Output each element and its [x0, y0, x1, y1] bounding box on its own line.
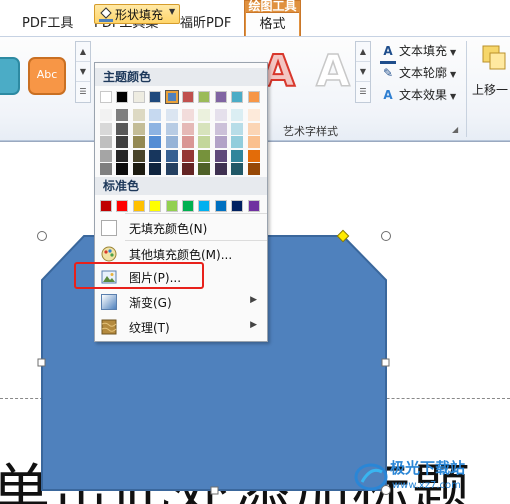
theme-color-swatch[interactable]: [247, 91, 260, 103]
submenu-arrow-icon: ▶: [250, 320, 257, 330]
chevron-down-icon: ▼: [169, 7, 176, 16]
theme-shade-swatch[interactable]: [214, 149, 227, 162]
submenu-arrow-icon: ▶: [250, 295, 257, 305]
theme-colors-header: 主题颜色: [95, 68, 267, 86]
theme-shade-swatch[interactable]: [247, 149, 260, 162]
standard-color-swatch[interactable]: [116, 200, 129, 212]
site-watermark: 极光下载站 www.xz7.com: [354, 454, 510, 500]
menu-item-label: 渐变(G): [129, 296, 172, 310]
theme-shade-swatch[interactable]: [149, 163, 162, 175]
theme-shade-swatch[interactable]: [198, 163, 211, 175]
theme-shade-swatch[interactable]: [132, 136, 145, 148]
standard-colors-header: 标准色: [95, 177, 267, 195]
theme-shade-swatch[interactable]: [231, 109, 244, 121]
shape-fill-label: 形状填充: [115, 8, 164, 22]
menu-item-gradient[interactable]: 渐变(G) ▶: [97, 291, 265, 313]
shape-fill-button[interactable]: 形状填充 ▼: [94, 4, 180, 24]
theme-shade-swatch[interactable]: [247, 136, 260, 148]
theme-shade-swatch[interactable]: [132, 149, 145, 162]
theme-shade-swatch[interactable]: [198, 136, 211, 148]
menu-item-label: 无填充颜色(N): [129, 222, 208, 236]
theme-shade-swatch[interactable]: [182, 163, 194, 175]
theme-shade-swatch[interactable]: [198, 149, 211, 162]
theme-shade-swatch[interactable]: [214, 163, 227, 175]
theme-color-swatch[interactable]: [132, 91, 145, 103]
theme-color-swatch[interactable]: [100, 91, 112, 103]
theme-shade-swatch[interactable]: [116, 163, 129, 175]
theme-shade-swatch[interactable]: [165, 122, 178, 135]
theme-shade-swatch[interactable]: [247, 122, 260, 135]
watermark-url: www.xz7.com: [392, 480, 461, 491]
standard-color-swatch[interactable]: [182, 200, 194, 212]
theme-shade-swatch[interactable]: [182, 109, 194, 121]
watermark-name: 极光下载站: [390, 459, 466, 477]
theme-shade-swatch[interactable]: [182, 149, 194, 162]
theme-shade-swatch[interactable]: [100, 109, 112, 121]
theme-shade-swatch[interactable]: [132, 122, 145, 135]
standard-color-swatch[interactable]: [247, 200, 260, 212]
menu-separator: [125, 240, 267, 241]
standard-color-swatch[interactable]: [198, 200, 211, 212]
theme-shade-swatch[interactable]: [116, 109, 129, 121]
theme-shade-swatch[interactable]: [100, 136, 112, 148]
theme-shade-swatch[interactable]: [149, 136, 162, 148]
theme-shade-swatch[interactable]: [198, 109, 211, 121]
theme-shade-swatch[interactable]: [116, 136, 129, 148]
theme-color-swatch[interactable]: [198, 91, 211, 103]
paint-bucket-icon: [99, 7, 113, 22]
theme-shade-swatch[interactable]: [149, 109, 162, 121]
standard-color-swatch[interactable]: [231, 200, 244, 212]
theme-shade-swatch[interactable]: [149, 122, 162, 135]
theme-shade-swatch[interactable]: [116, 149, 129, 162]
theme-shade-swatch[interactable]: [214, 109, 227, 121]
standard-color-swatch[interactable]: [214, 200, 227, 212]
watermark-logo-icon: [354, 463, 388, 491]
theme-shade-swatch[interactable]: [165, 163, 178, 175]
theme-shade-swatch[interactable]: [231, 136, 244, 148]
theme-shade-swatch[interactable]: [149, 149, 162, 162]
theme-shade-swatch[interactable]: [132, 163, 145, 175]
gradient-icon: [101, 294, 117, 310]
menu-item-texture[interactable]: 纹理(T) ▶: [97, 316, 265, 338]
texture-icon: [101, 319, 117, 335]
theme-shade-swatch[interactable]: [198, 122, 211, 135]
standard-color-swatch[interactable]: [132, 200, 145, 212]
shape-fill-dropdown: 主题颜色 标准色 无填充颜色(N) 其他填充颜色(M)... 图片(P)...: [94, 62, 268, 342]
theme-shade-swatch[interactable]: [247, 109, 260, 121]
menu-item-label: 纹理(T): [129, 321, 170, 335]
menu-separator: [125, 213, 267, 214]
theme-shade-swatch[interactable]: [231, 149, 244, 162]
theme-shade-swatch[interactable]: [214, 136, 227, 148]
theme-shade-swatch[interactable]: [100, 149, 112, 162]
theme-shade-swatch[interactable]: [182, 136, 194, 148]
picture-option-highlight: [74, 262, 204, 289]
theme-shade-swatch[interactable]: [132, 109, 145, 121]
standard-color-swatch[interactable]: [149, 200, 162, 212]
theme-color-swatch[interactable]: [214, 91, 227, 103]
palette-icon: [101, 246, 117, 262]
standard-color-swatch[interactable]: [100, 200, 112, 212]
standard-color-swatch[interactable]: [165, 200, 178, 212]
theme-shade-swatch[interactable]: [165, 149, 178, 162]
theme-color-swatch[interactable]: [149, 91, 162, 103]
theme-shade-swatch[interactable]: [116, 122, 129, 135]
theme-color-swatch[interactable]: [116, 91, 129, 103]
theme-shade-swatch[interactable]: [231, 122, 244, 135]
theme-shade-swatch[interactable]: [231, 163, 244, 175]
theme-color-swatch[interactable]: [164, 90, 179, 104]
no-fill-icon: [101, 220, 117, 236]
theme-color-swatch[interactable]: [182, 91, 194, 103]
menu-item-label: 其他填充颜色(M)...: [129, 248, 233, 262]
theme-shade-swatch[interactable]: [247, 163, 260, 175]
theme-shade-swatch[interactable]: [214, 122, 227, 135]
menu-item-no-fill[interactable]: 无填充颜色(N): [97, 217, 265, 239]
theme-shade-swatch[interactable]: [165, 136, 178, 148]
app-window: PDF工具 PDF工具集 福昕PDF 绘图工具 格式 Abc ▲ ▼ ☰ A A…: [0, 0, 510, 504]
theme-shade-swatch[interactable]: [165, 109, 178, 121]
theme-shade-swatch[interactable]: [182, 122, 194, 135]
theme-shade-swatch[interactable]: [100, 122, 112, 135]
theme-shade-swatch[interactable]: [100, 163, 112, 175]
theme-color-swatch[interactable]: [231, 91, 244, 103]
